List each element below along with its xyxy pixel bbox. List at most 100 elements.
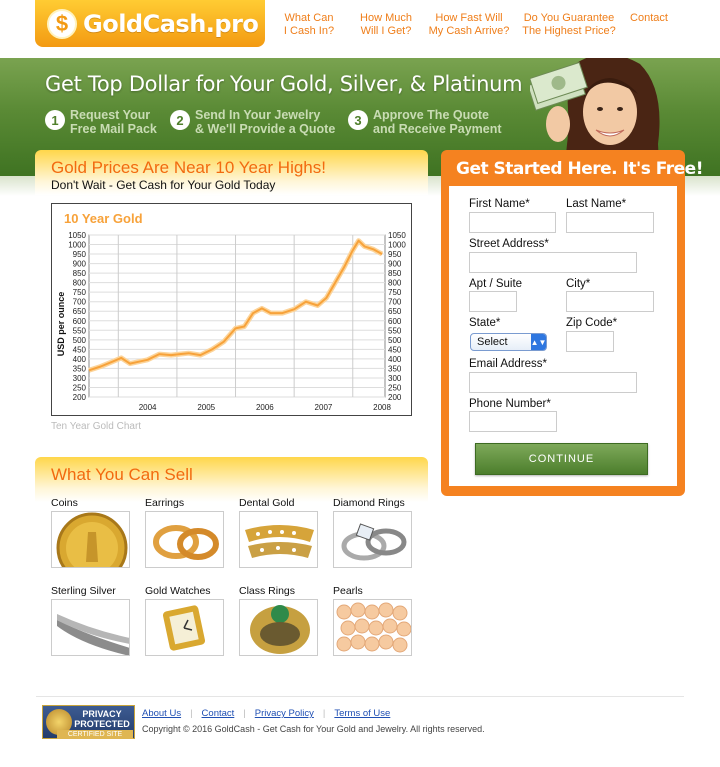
earrings-image[interactable] [145, 511, 224, 568]
nav-how-fast[interactable]: How Fast Will My Cash Arrive? [424, 12, 514, 38]
state-label: State* [469, 317, 501, 329]
sterling-silver-image[interactable] [51, 599, 130, 656]
pearls-image[interactable] [333, 599, 412, 656]
last-name-input[interactable] [566, 212, 654, 233]
phone-number-label: Phone Number* [469, 398, 551, 410]
what-you-can-sell-title: What You Can Sell [51, 465, 193, 484]
phone-number-input[interactable] [469, 411, 557, 432]
chart-y-tick-label-left: 400 [73, 355, 87, 364]
coins-image[interactable] [51, 511, 130, 568]
footer-link-privacy-policy[interactable]: Privacy Policy [255, 708, 314, 719]
chart-y-tick-label-right: 950 [388, 250, 402, 259]
chart-y-tick-label-left: 200 [73, 393, 87, 402]
street-address-label: Street Address* [469, 238, 549, 250]
chart-title: 10 Year Gold [64, 211, 143, 226]
email-address-label: Email Address* [469, 358, 547, 370]
first-name-label: First Name* [469, 198, 530, 210]
step-text: Request Your Free Mail Pack [70, 108, 157, 136]
chart-y-tick-label-left: 350 [73, 364, 87, 373]
chart-y-tick-label-left: 1000 [68, 241, 86, 250]
chart-y-tick-label-right: 1050 [388, 231, 406, 240]
nav-contact[interactable]: Contact [624, 12, 674, 38]
zip-code-input[interactable] [566, 331, 614, 352]
form-title: Get Started Here. It's Free! [456, 159, 703, 179]
item-label-class-rings: Class Rings [239, 585, 296, 597]
footer-separator: | [322, 708, 326, 719]
logo-text: GoldCash.pro [83, 9, 259, 38]
chart-y-axis-label: USD per ounce [56, 292, 66, 357]
item-label-diamond-rings: Diamond Rings [333, 497, 405, 509]
gold-prices-subtitle: Don't Wait - Get Cash for Your Gold Toda… [51, 178, 276, 192]
chart-y-tick-label-right: 450 [388, 345, 402, 354]
zip-code-label: Zip Code* [566, 317, 618, 329]
chart-y-tick-label-left: 600 [73, 317, 87, 326]
chart-y-tick-label-left: 450 [73, 345, 87, 354]
privacy-protected-badge[interactable]: PRIVACY PROTECTED CERTIFIED SITE [42, 705, 135, 739]
step-1: 1 Request Your Free Mail Pack [45, 108, 157, 136]
item-label-coins: Coins [51, 497, 78, 509]
apt-suite-input[interactable] [469, 291, 517, 312]
apt-suite-label: Apt / Suite [469, 278, 523, 290]
chart-x-tick-label: 2008 [373, 403, 391, 412]
state-select-value: Select [477, 336, 508, 348]
dental-gold-image[interactable] [239, 511, 318, 568]
chart-y-tick-label-left: 950 [73, 250, 87, 259]
top-nav: What Can I Cash In? How Much Will I Get? H… [270, 12, 710, 38]
chart-y-tick-label-left: 850 [73, 269, 87, 278]
chart-y-tick-label-right: 500 [388, 336, 402, 345]
chart-x-tick-label: 2005 [197, 403, 215, 412]
chart-y-tick-label-left: 550 [73, 326, 87, 335]
footer-link-about-us[interactable]: About Us [142, 708, 181, 719]
gold-chart-svg: 10 Year Gold USD per ounce 200 200250 2503… [56, 211, 406, 412]
footer-divider [36, 696, 684, 697]
item-label-dental-gold: Dental Gold [239, 497, 295, 509]
first-name-input[interactable] [469, 212, 556, 233]
chart-x-tick-label: 2006 [256, 403, 274, 412]
gold-watches-image[interactable] [145, 599, 224, 656]
chart-y-tick-label-right: 1000 [388, 241, 406, 250]
email-address-input[interactable] [469, 372, 637, 393]
chart-caption: Ten Year Gold Chart [51, 421, 142, 432]
chart-y-tick-label-right: 750 [388, 288, 402, 297]
footer-link-contact[interactable]: Contact [202, 708, 235, 719]
chart-x-tick-label: 2004 [139, 403, 157, 412]
step-2: 2 Send In Your Jewelry & We'll Provide a … [170, 108, 335, 136]
copyright-text: Copyright © 2016 GoldCash - Get Cash for… [142, 724, 485, 734]
chart-y-tick-label-right: 650 [388, 307, 402, 316]
chart-y-tick-label-right: 900 [388, 260, 402, 269]
item-label-earrings: Earrings [145, 497, 185, 509]
badge-text-line3: CERTIFIED SITE [57, 730, 133, 739]
chart-y-tick-label-left: 650 [73, 307, 87, 316]
nav-guarantee[interactable]: Do You Guarantee The Highest Price? [514, 12, 624, 38]
footer-link-terms-of-use[interactable]: Terms of Use [334, 708, 390, 719]
nav-what-can-i-cash-in[interactable]: What Can I Cash In? [270, 12, 348, 38]
chart-y-tick-label-right: 250 [388, 383, 402, 392]
chart-y-tick-label-left: 1050 [68, 231, 86, 240]
chart-y-tick-label-left: 700 [73, 298, 87, 307]
step-number: 2 [170, 110, 190, 130]
chart-y-tick-label-left: 750 [73, 288, 87, 297]
step-number: 3 [348, 110, 368, 130]
city-input[interactable] [566, 291, 654, 312]
item-label-sterling-silver: Sterling Silver [51, 585, 116, 597]
continue-button[interactable]: CONTINUE [475, 443, 648, 475]
chart-y-tick-label-left: 500 [73, 336, 87, 345]
street-address-input[interactable] [469, 252, 637, 273]
logo[interactable]: $ GoldCash.pro [35, 0, 265, 47]
chart-y-tick-label-right: 400 [388, 355, 402, 364]
chart-y-tick-label-left: 300 [73, 374, 87, 383]
badge-text-line2: PROTECTED [74, 719, 130, 729]
gold-chart: 10 Year Gold USD per ounce 200 200 250 250 3… [51, 203, 412, 416]
chart-plot-area [88, 234, 386, 398]
select-arrows-icon: ▲▼ [531, 334, 546, 350]
chart-y-tick-label-left: 900 [73, 260, 87, 269]
state-select[interactable]: Select ▲▼ [470, 333, 547, 351]
chart-y-tick-label-right: 350 [388, 364, 402, 373]
dollar-coin-icon: $ [47, 8, 77, 39]
nav-how-much[interactable]: How Much Will I Get? [348, 12, 424, 38]
item-label-gold-watches: Gold Watches [145, 585, 211, 597]
diamond-rings-image[interactable] [333, 511, 412, 568]
class-rings-image[interactable] [239, 599, 318, 656]
step-3: 3 Approve The Quote and Receive Payment [348, 108, 502, 136]
footer-links: About Us | Contact | Privacy Policy | Te… [142, 708, 390, 719]
